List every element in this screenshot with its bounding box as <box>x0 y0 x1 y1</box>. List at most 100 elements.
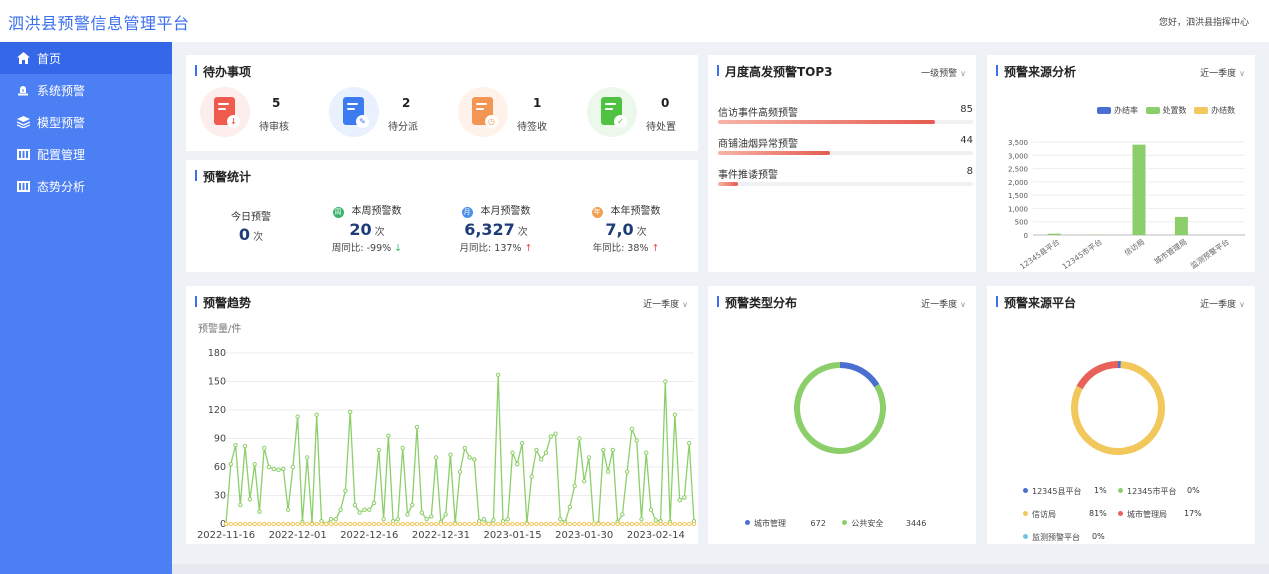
data-point <box>371 521 377 527</box>
data-point <box>648 507 654 512</box>
data-point <box>381 521 386 527</box>
data-point <box>376 447 382 453</box>
data-point <box>691 521 697 527</box>
todo-item-sign[interactable]: ◷ 1 待签收 <box>458 87 578 139</box>
data-point <box>410 502 415 508</box>
sidebar-item-model-alert[interactable]: 模型预警 <box>0 106 172 138</box>
stat-unit: 次 <box>253 232 264 243</box>
data-point <box>519 521 525 527</box>
top3-title: 月度高发预警TOP3 <box>717 63 833 80</box>
data-point <box>558 517 563 522</box>
data-point <box>558 521 563 527</box>
stat-year: 年本年预警数 7,0 次 年同比: 38% ↑ <box>571 202 681 254</box>
data-point <box>476 521 482 527</box>
data-point <box>605 469 611 474</box>
data-point <box>347 409 353 415</box>
data-point <box>677 498 682 503</box>
y-tick-label: 1,000 <box>1008 205 1028 213</box>
data-point <box>233 442 238 448</box>
data-point <box>534 447 539 453</box>
data-point <box>314 521 319 527</box>
top3-value: 8 <box>966 166 973 177</box>
y-tick-label: 500 <box>1015 219 1028 227</box>
x-tick-label: 12345市平台 <box>1060 236 1104 271</box>
data-point <box>486 521 491 527</box>
top3-panel: 月度高发预警TOP3 一级预警 ∨ 信访事件高频预警 85 商铺油烟异常预警 44 事件推… <box>708 55 976 272</box>
top3-row[interactable]: 信访事件高频预警 85 <box>718 104 973 128</box>
data-point <box>262 521 267 527</box>
data-point <box>400 445 405 451</box>
top3-level-dropdown[interactable]: 一级预警 ∨ <box>921 66 966 79</box>
user-greeting[interactable]: 您好，泗洪县指挥中心 <box>1159 15 1249 28</box>
sidebar-item-system-alert[interactable]: 系统预警 <box>0 74 172 106</box>
data-point <box>548 521 553 527</box>
y-tick-label: 90 <box>214 434 226 445</box>
sidebar-item-config[interactable]: 配置管理 <box>0 138 172 170</box>
data-point <box>424 517 429 522</box>
data-point <box>281 466 286 472</box>
todo-item-assign[interactable]: ✎ 2 待分派 <box>329 87 449 139</box>
data-point <box>644 450 649 455</box>
y-tick-label: 0 <box>1024 232 1028 240</box>
todo-item-handle[interactable]: ✓ 0 待处置 <box>587 87 707 139</box>
x-tick-label: 2023-01-30 <box>555 530 613 541</box>
app-title: 泗洪县预警信息管理平台 <box>8 14 190 33</box>
data-point <box>300 521 305 527</box>
data-point <box>620 512 625 517</box>
data-point <box>381 517 386 522</box>
data-point <box>252 461 257 467</box>
compare-label: 年同比: <box>592 243 625 254</box>
data-point <box>534 521 539 527</box>
data-point <box>577 521 582 527</box>
top3-row[interactable]: 商铺油烟异常预警 44 <box>718 135 973 159</box>
stat-month: 月本月预警数 6,327 次 月同比: 137% ↑ <box>441 202 551 254</box>
legend-label: 监测预警平台 <box>1032 533 1080 542</box>
data-point <box>223 521 229 527</box>
data-point <box>257 509 262 514</box>
data-point <box>524 521 530 527</box>
data-point <box>605 521 611 527</box>
data-point <box>405 521 410 527</box>
data-point <box>386 433 391 438</box>
sidebar-item-analysis[interactable]: 态势分析 <box>0 170 172 202</box>
data-point <box>496 521 501 527</box>
data-point <box>496 372 501 378</box>
platform-legend-item: 信访局 <box>1023 509 1056 520</box>
data-point <box>624 521 630 527</box>
data-point <box>304 521 310 527</box>
data-point <box>610 521 616 527</box>
data-point <box>529 521 534 527</box>
data-point <box>376 521 382 527</box>
x-tick-label: 监测预警平台 <box>1188 236 1231 270</box>
sidebar-item-label: 态势分析 <box>37 179 86 194</box>
stat-value: 7,0 <box>605 220 634 239</box>
legend-dot <box>1023 488 1028 493</box>
sidebar-item-home[interactable]: 首页 <box>0 42 172 74</box>
data-point <box>505 517 510 522</box>
data-point <box>347 521 353 527</box>
data-point <box>238 502 243 508</box>
data-point <box>543 450 549 455</box>
y-tick-label: 150 <box>208 377 226 388</box>
alarm-icon <box>16 83 30 97</box>
top3-row[interactable]: 事件推诿预警 8 <box>718 166 973 190</box>
donut-slice <box>840 362 880 388</box>
data-point <box>438 521 444 527</box>
top3-bar-fill <box>718 151 831 155</box>
document-review-icon: ↓ <box>214 97 240 128</box>
data-point <box>410 521 415 527</box>
todo-count: 5 <box>272 96 281 110</box>
data-point <box>276 521 281 527</box>
platform-legend-item: 监测预警平台 <box>1023 532 1080 543</box>
arrow-down-icon: ↓ <box>394 243 403 254</box>
data-point <box>567 521 573 527</box>
data-point <box>653 521 658 527</box>
data-point <box>457 469 463 474</box>
data-point <box>510 521 515 527</box>
data-point <box>577 436 582 441</box>
data-point <box>682 495 687 500</box>
todo-item-review[interactable]: ↓ 5 待审核 <box>200 87 320 139</box>
data-point <box>510 450 515 455</box>
data-point <box>395 521 401 527</box>
week-badge-icon: 周 <box>332 207 344 218</box>
